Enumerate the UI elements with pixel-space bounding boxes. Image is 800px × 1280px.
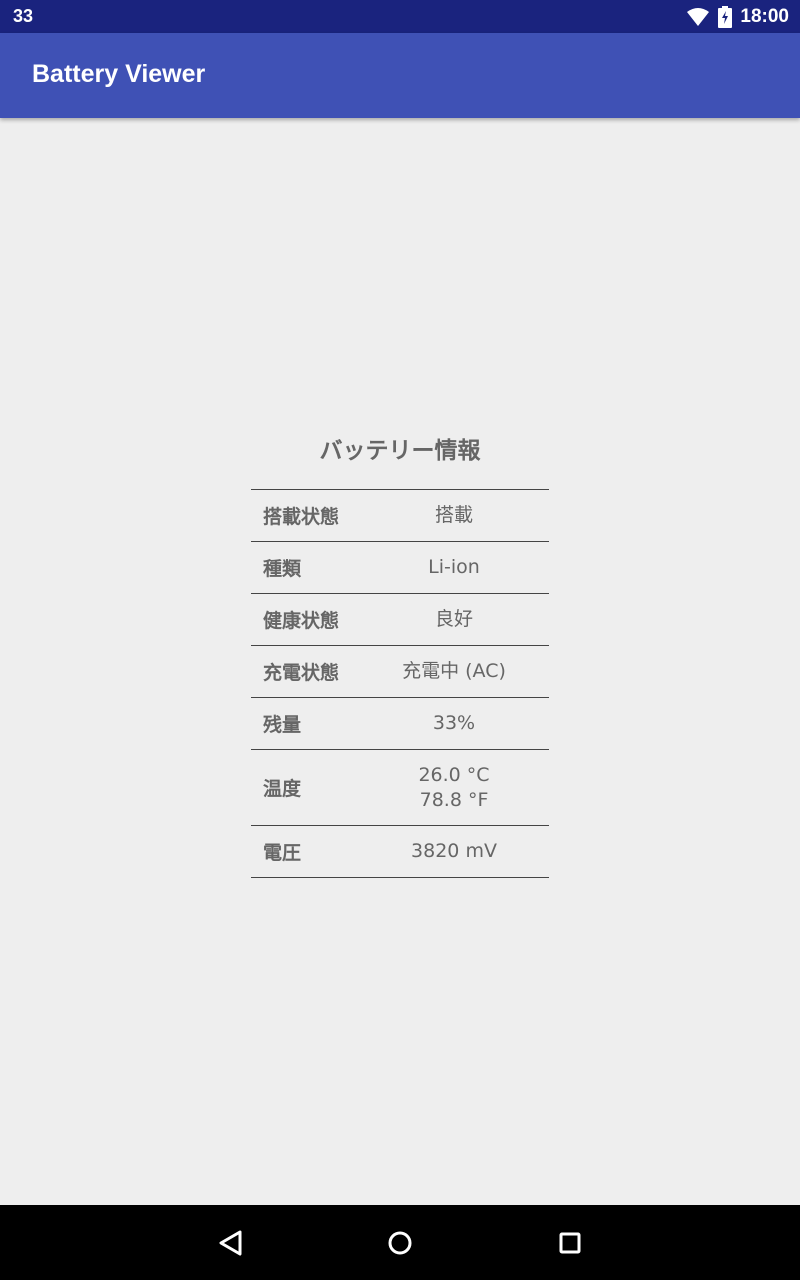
row-label: 搭載状態 (263, 506, 340, 528)
notification-count: 33 (13, 6, 34, 26)
info-row-health: 健康状態 良好 (251, 594, 549, 646)
row-value: 搭載 (361, 503, 549, 528)
row-value-line: 26.0 °C (418, 763, 490, 786)
row-value-line: 3820 mV (411, 840, 497, 862)
info-row-technology: 種類 Li-ion (251, 542, 549, 594)
row-label: 温度 (263, 778, 302, 800)
row-value: Li-ion (361, 555, 549, 580)
clock: 18:00 (740, 6, 789, 27)
row-value-line: 搭載 (434, 504, 473, 526)
info-row-temperature: 温度 26.0 °C 78.8 °F (251, 750, 549, 826)
status-bar: 33 18:00 (0, 0, 800, 33)
info-row-voltage: 電圧 3820 mV (251, 826, 549, 878)
row-value-line: 良好 (434, 608, 473, 630)
row-value: 26.0 °C 78.8 °F (361, 763, 549, 813)
info-row-presence: 搭載状態 搭載 (251, 490, 549, 542)
battery-info-table: バッテリー情報 搭載状態 搭載 種類 Li-ion 健康状態 良好 充電状態 充… (251, 428, 549, 878)
row-value: 良好 (361, 607, 549, 632)
row-value-line: 33% (432, 712, 476, 734)
navigation-bar (0, 1205, 800, 1280)
wifi-icon (686, 7, 710, 27)
row-value: 充電中 (AC) (361, 659, 549, 684)
info-row-level: 残量 33% (251, 698, 549, 750)
battery-icon (718, 6, 733, 28)
row-value-line: 78.8 °F (419, 788, 489, 811)
row-value-line: Li-ion (428, 556, 480, 578)
home-icon (380, 1223, 420, 1263)
recents-icon (550, 1223, 590, 1263)
row-label: 充電状態 (263, 662, 340, 684)
app-bar: Battery Viewer (0, 33, 800, 118)
recents-button[interactable] (550, 1223, 590, 1263)
app-title: Battery Viewer (32, 60, 206, 88)
status-icons: 18:00 (686, 4, 789, 30)
battery-info-heading: バッテリー情報 (251, 428, 549, 490)
back-button[interactable] (210, 1223, 250, 1263)
row-value: 33% (361, 711, 549, 736)
row-value: 3820 mV (361, 839, 549, 864)
row-label: 健康状態 (263, 610, 340, 632)
back-icon (210, 1223, 250, 1263)
row-value-line: 充電中 (AC) (402, 660, 506, 682)
row-label: 残量 (263, 714, 302, 736)
row-label: 電圧 (263, 842, 302, 864)
info-row-charging-status: 充電状態 充電中 (AC) (251, 646, 549, 698)
row-label: 種類 (263, 558, 302, 580)
home-button[interactable] (380, 1223, 420, 1263)
